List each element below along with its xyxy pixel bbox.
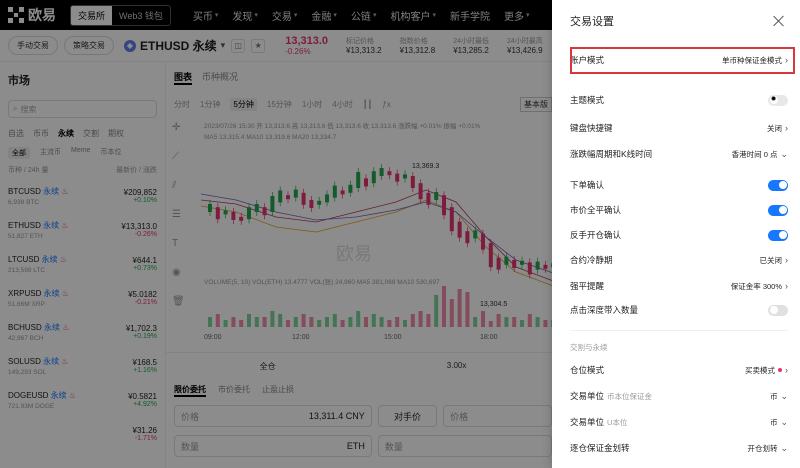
section-divider [570, 330, 788, 331]
unit-coin-margined-row[interactable]: 交易单位 币本位保证金 币 ⌄ [570, 386, 788, 406]
drawer-header: 交易设置 [552, 0, 800, 42]
section-title: 交割与永续 [570, 343, 608, 352]
account-mode-highlight [570, 47, 795, 74]
unit-usdt-margined-row[interactable]: 交易单位 U本位 币 ⌄ [570, 412, 788, 432]
hotkey-row[interactable]: 键盘快捷键 关闭 › [570, 118, 788, 138]
new-badge-dot [778, 368, 782, 372]
theme-mode-row: 主题模式 ✹ [570, 90, 788, 110]
period-row[interactable]: 涨跌幅周期和K线时间 香港时间 0 点 ⌄ [570, 144, 788, 164]
drawer-title: 交易设置 [570, 16, 614, 28]
order-confirm-toggle[interactable] [768, 179, 788, 191]
auto-margin-row[interactable]: 逐仓保证金划转 开仓划转 ⌄ [570, 438, 788, 458]
close-icon[interactable] [772, 14, 786, 28]
reverse-confirm-toggle[interactable] [768, 229, 788, 241]
cooldown-row[interactable]: 合约冷静期 已关闭 › [570, 250, 788, 270]
chevron-down-icon: ⌄ [780, 442, 788, 453]
chevron-down-icon: ⌄ [780, 416, 788, 427]
chevron-down-icon: ⌄ [780, 148, 788, 159]
sun-icon: ✹ [769, 96, 778, 104]
market-close-confirm-toggle[interactable] [768, 204, 788, 216]
liquidation-alert-row[interactable]: 强平提醒 保证金率 300% › [570, 276, 788, 296]
depth-qty-row: 点击深度带入数量 [570, 300, 788, 320]
chevron-right-icon: › [785, 123, 788, 133]
reverse-confirm-row: 反手开仓确认 [570, 225, 788, 245]
chevron-right-icon: › [785, 365, 788, 375]
theme-toggle[interactable]: ✹ [768, 94, 788, 106]
chevron-down-icon: ⌄ [780, 390, 788, 401]
chevron-right-icon: › [785, 281, 788, 291]
order-confirm-row: 下单确认 [570, 175, 788, 195]
modal-backdrop[interactable] [0, 0, 552, 468]
market-close-confirm-row: 市价全平确认 [570, 200, 788, 220]
chevron-right-icon: › [785, 255, 788, 265]
position-mode-row[interactable]: 仓位模式 买卖模式 › [570, 360, 788, 380]
depth-qty-toggle[interactable] [768, 304, 788, 316]
